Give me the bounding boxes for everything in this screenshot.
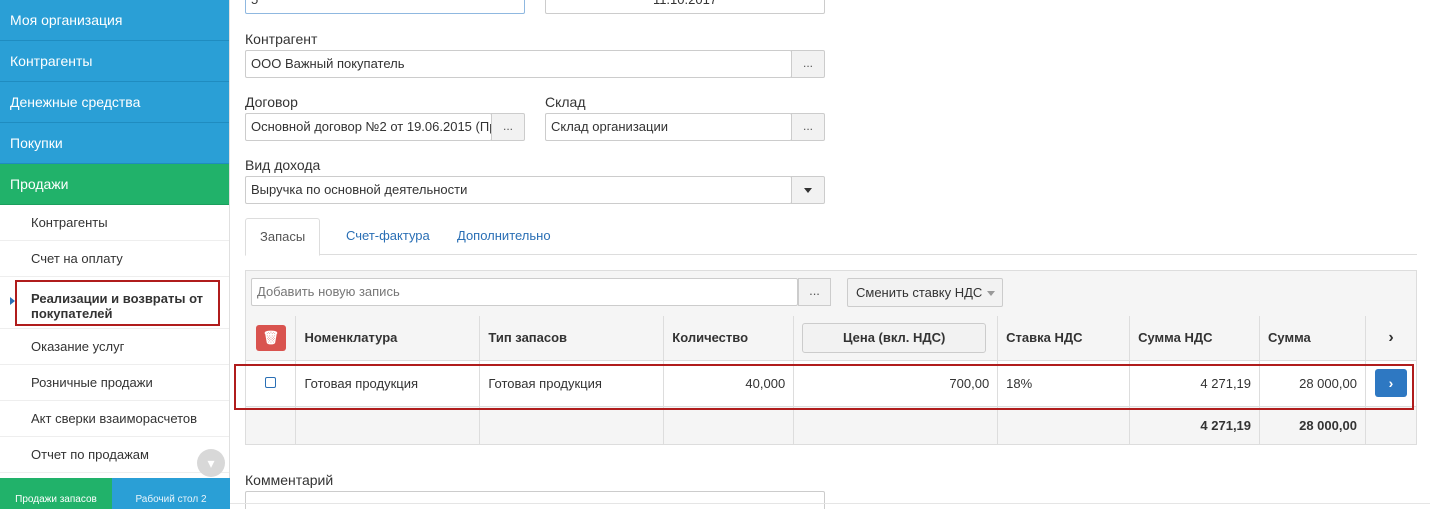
comment-label: Комментарий (245, 472, 334, 488)
sidebar-item-sales-returns[interactable]: Реализации и возвраты от покупателей (0, 277, 229, 329)
cell-stock-type[interactable]: Готовая продукция (479, 360, 665, 407)
bottom-tab-desktop-2[interactable]: Рабочий стол 2 (112, 478, 230, 509)
totals-empty-5 (793, 406, 999, 445)
sidebar-item-services[interactable]: Оказание услуг (0, 329, 229, 365)
income-type-select[interactable]: Выручка по основной деятельности (245, 176, 792, 204)
totals-empty-2 (295, 406, 481, 445)
header-nomenclature[interactable]: Номенклатура (295, 316, 481, 361)
change-vat-button[interactable]: Сменить ставку НДС (847, 278, 1003, 307)
cell-price[interactable]: 700,00 (793, 360, 999, 407)
sidebar-item-reconciliation[interactable]: Акт сверки взаиморасчетов (0, 401, 229, 437)
header-vat-sum[interactable]: Сумма НДС (1129, 316, 1261, 361)
warehouse-select-button[interactable]: ... (791, 113, 825, 141)
header-quantity[interactable]: Количество (663, 316, 795, 361)
warehouse-label: Склад (545, 94, 586, 110)
change-vat-label: Сменить ставку НДС (856, 285, 983, 300)
totals-empty-7 (1365, 406, 1418, 445)
warehouse-field[interactable]: Склад организации (545, 113, 792, 141)
divider (230, 503, 1430, 504)
counterparty-label: Контрагент (245, 31, 318, 47)
cell-nomenclature[interactable]: Готовая продукция (295, 360, 481, 407)
cell-quantity[interactable]: 40,000 (663, 360, 795, 407)
number-field[interactable]: 5 (245, 0, 525, 14)
contract-label: Договор (245, 94, 298, 110)
chevron-right-icon[interactable]: › (1365, 316, 1418, 361)
income-type-label: Вид дохода (245, 157, 321, 173)
row-checkbox[interactable] (265, 376, 277, 388)
cell-vat-sum[interactable]: 4 271,19 (1129, 360, 1261, 407)
row-open-cell: › (1365, 360, 1418, 407)
sidebar-section-money[interactable]: Денежные средства (0, 82, 229, 123)
header-stock-type[interactable]: Тип запасов (479, 316, 665, 361)
stock-table-panel: Добавить новую запись ... Сменить ставку… (245, 270, 1418, 445)
date-field[interactable]: 11.10.2017 (545, 0, 825, 14)
scroll-down-icon[interactable]: ▾ (197, 449, 225, 477)
totals-empty-4 (663, 406, 795, 445)
sidebar-item-sales-returns-label: Реализации и возвраты от покупателей (15, 280, 220, 326)
open-row-chevron-icon[interactable]: › (1374, 369, 1407, 397)
bottom-tab-stock-sales[interactable]: Продажи запасов (0, 478, 112, 509)
counterparty-field[interactable]: ООО Важный покупатель (245, 50, 792, 78)
sidebar: Моя организация Контрагенты Денежные сре… (0, 0, 230, 509)
chevron-down-icon (804, 188, 812, 194)
sidebar-section-sales[interactable]: Продажи (0, 164, 229, 205)
add-record-select-button[interactable]: ... (798, 278, 831, 306)
header-price[interactable]: Цена (вкл. НДС) (793, 316, 999, 361)
document-tabs: Запасы Счет-фактура Дополнительно (245, 218, 1417, 256)
stock-table: 🗑 Номенклатура Тип запасов Количество Це… (246, 316, 1418, 445)
header-vat-rate[interactable]: Ставка НДС (997, 316, 1131, 361)
contract-field[interactable]: Основной договор №2 от 19.06.2015 (Пр (245, 113, 492, 141)
sidebar-section-purchases[interactable]: Покупки (0, 123, 229, 164)
comment-field[interactable] (245, 491, 825, 509)
cell-sum[interactable]: 28 000,00 (1259, 360, 1366, 407)
total-vat-sum: 4 271,19 (1129, 406, 1261, 445)
row-checkbox-cell (246, 360, 297, 407)
sidebar-section-counterparties[interactable]: Контрагенты (0, 41, 229, 82)
add-record-input[interactable]: Добавить новую запись (251, 278, 798, 306)
chevron-down-icon (987, 291, 996, 297)
delete-column-header: 🗑 (246, 316, 297, 361)
table-row[interactable]: Готовая продукция Готовая продукция 40,0… (246, 360, 1418, 407)
table-header-row: 🗑 Номенклатура Тип запасов Количество Це… (246, 316, 1418, 361)
totals-empty-3 (479, 406, 665, 445)
totals-row: 4 271,19 28 000,00 (246, 406, 1418, 445)
sidebar-item-counterparties[interactable]: Контрагенты (0, 205, 229, 241)
sidebar-item-sales-report[interactable]: Отчет по продажам (0, 437, 229, 473)
contract-select-button[interactable]: ... (491, 113, 525, 141)
sidebar-section-my-org[interactable]: Моя организация (0, 0, 229, 41)
totals-empty-1 (246, 406, 297, 445)
tab-additional[interactable]: Дополнительно (443, 218, 565, 255)
totals-empty-6 (997, 406, 1131, 445)
tab-invoice[interactable]: Счет-фактура (332, 218, 444, 255)
price-header-button[interactable]: Цена (вкл. НДС) (802, 322, 987, 353)
main-form: 5 11.10.2017 Контрагент ООО Важный покуп… (230, 0, 1430, 509)
bottom-tabs: Продажи запасов Рабочий стол 2 (0, 478, 230, 509)
header-sum[interactable]: Сумма (1259, 316, 1366, 361)
sidebar-item-invoice[interactable]: Счет на оплату (0, 241, 229, 277)
income-type-dropdown-button[interactable] (791, 176, 825, 204)
cell-vat-rate[interactable]: 18% (997, 360, 1131, 407)
trash-icon[interactable]: 🗑 (255, 324, 286, 351)
counterparty-select-button[interactable]: ... (791, 50, 825, 78)
tab-stock[interactable]: Запасы (245, 218, 321, 256)
sidebar-item-retail[interactable]: Розничные продажи (0, 365, 229, 401)
total-sum: 28 000,00 (1259, 406, 1366, 445)
